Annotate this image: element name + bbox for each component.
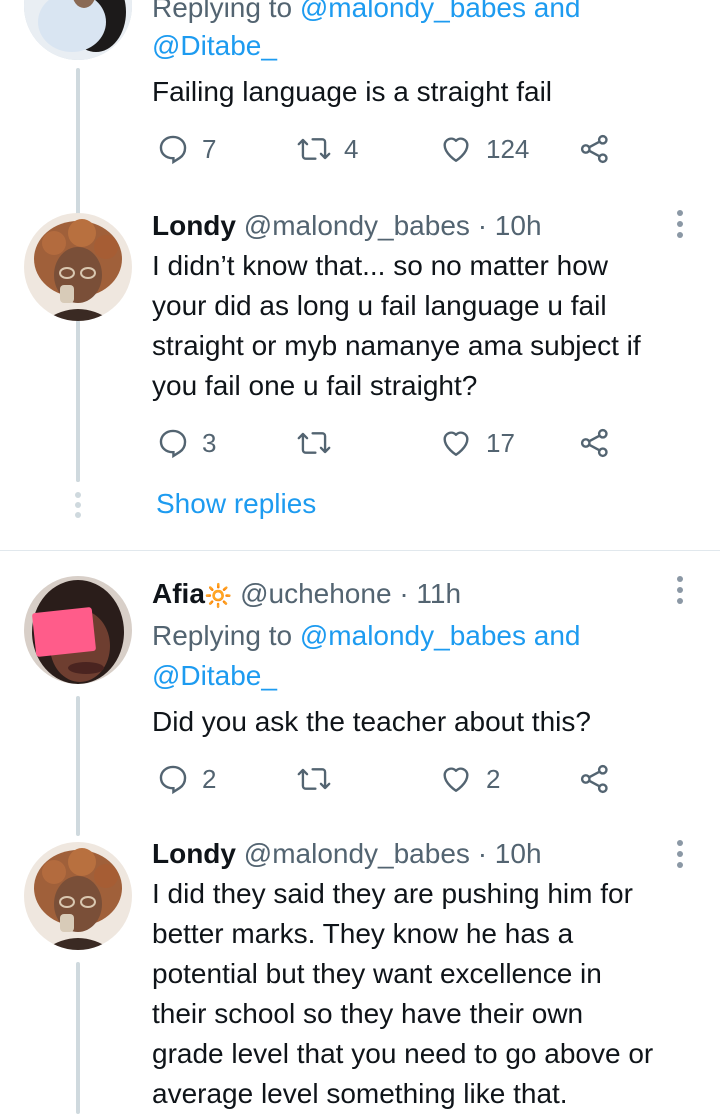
share-button[interactable]: [578, 426, 612, 460]
sun-emoji-icon: 🔆: [204, 583, 233, 608]
timestamp[interactable]: 10h: [495, 838, 542, 869]
heart-icon: [443, 431, 469, 456]
reply-count: 7: [202, 133, 217, 164]
reply-context: Replying to @malondy_babes and: [152, 620, 581, 651]
divider: [0, 550, 720, 551]
more-vertical-icon[interactable]: [676, 576, 684, 604]
heart-icon: [443, 767, 469, 792]
retweet-icon: [297, 768, 331, 790]
mention-link[interactable]: @malondy_babes: [300, 0, 526, 23]
reply-context-2: @Ditabe_: [152, 656, 277, 696]
thread-line: [76, 696, 80, 836]
retweet-icon: [297, 138, 331, 160]
like-button[interactable]: 124: [438, 132, 529, 166]
display-name[interactable]: Afia🔆: [152, 578, 232, 609]
display-name[interactable]: Londy: [152, 838, 236, 869]
avatar[interactable]: [24, 0, 132, 60]
tweet-text-line: their school so they have their own: [152, 998, 584, 1029]
tweet-text-line: I did they said they are pushing him for: [152, 878, 633, 909]
reply-count: 3: [202, 427, 217, 458]
more-vertical-icon[interactable]: [676, 840, 684, 868]
tweet-text-line: you fail one u fail straight?: [152, 370, 478, 401]
like-count: 124: [486, 133, 530, 164]
reply-context: Replying to @malondy_babes and: [152, 0, 581, 28]
avatar[interactable]: [24, 842, 132, 950]
avatar[interactable]: [24, 213, 132, 321]
username[interactable]: @uchehone: [240, 578, 391, 609]
like-button[interactable]: 2: [438, 762, 500, 796]
tweet-text-line: grade level that you need to go above or: [152, 1038, 654, 1069]
share-icon: [580, 428, 608, 458]
mention-link[interactable]: @Ditabe_: [152, 660, 277, 691]
more-replies-dots: [75, 492, 81, 518]
timestamp[interactable]: 10h: [495, 210, 542, 241]
like-count: 2: [486, 763, 501, 794]
retweet-button[interactable]: [296, 762, 344, 796]
tweet-header: Londy @malondy_babes · 10h: [152, 210, 542, 241]
username[interactable]: @malondy_babes: [244, 210, 470, 241]
tweet-text-line: I didn’t know that... so no matter how: [152, 250, 609, 281]
retweet-icon: [297, 432, 331, 454]
like-button[interactable]: 17: [438, 426, 515, 460]
share-icon: [580, 134, 608, 164]
reply-button[interactable]: 2: [156, 762, 216, 796]
tweet-text-line: better marks. They know he has a: [152, 918, 574, 949]
thread-line: [76, 962, 80, 1114]
mention-link[interactable]: @Ditabe_: [152, 30, 277, 61]
tweet-text-line: your did as long u fail language u fail: [152, 290, 607, 321]
show-replies-link[interactable]: Show replies: [156, 484, 316, 524]
share-button[interactable]: [578, 132, 612, 166]
reply-icon: [159, 135, 187, 165]
reply-button[interactable]: 3: [156, 426, 216, 460]
reply-icon: [159, 765, 187, 795]
tweet-header: Afia🔆 @uchehone · 11h: [152, 578, 462, 609]
avatar[interactable]: [24, 576, 132, 684]
tweet-text-line: straight or myb namanye ama subject if: [152, 330, 641, 361]
tweet-header: Londy @malondy_babes · 10h: [152, 838, 542, 869]
more-vertical-icon[interactable]: [676, 210, 684, 238]
timestamp[interactable]: 11h: [416, 578, 461, 609]
reply-button[interactable]: 7: [156, 132, 216, 166]
reply-icon: [159, 429, 187, 459]
thread-line: [76, 330, 80, 482]
heart-icon: [443, 137, 469, 162]
retweet-button[interactable]: 4: [296, 132, 358, 166]
share-icon: [580, 764, 608, 794]
tweet-text-line: average level something like that.: [152, 1078, 568, 1109]
tweet-text: Failing language is a straight fail: [152, 76, 553, 107]
like-count: 17: [486, 427, 515, 458]
tweet-text: Did you ask the teacher about this?: [152, 706, 591, 737]
reply-context-2: @Ditabe_: [152, 26, 277, 66]
reply-count: 2: [202, 763, 217, 794]
mention-link[interactable]: @malondy_babes: [300, 620, 526, 651]
retweet-button[interactable]: [296, 426, 344, 460]
retweet-count: 4: [344, 133, 359, 164]
display-name[interactable]: Londy: [152, 210, 236, 241]
username[interactable]: @malondy_babes: [244, 838, 470, 869]
tweet-text-line: potential but they want excellence in: [152, 958, 602, 989]
share-button[interactable]: [578, 762, 612, 796]
